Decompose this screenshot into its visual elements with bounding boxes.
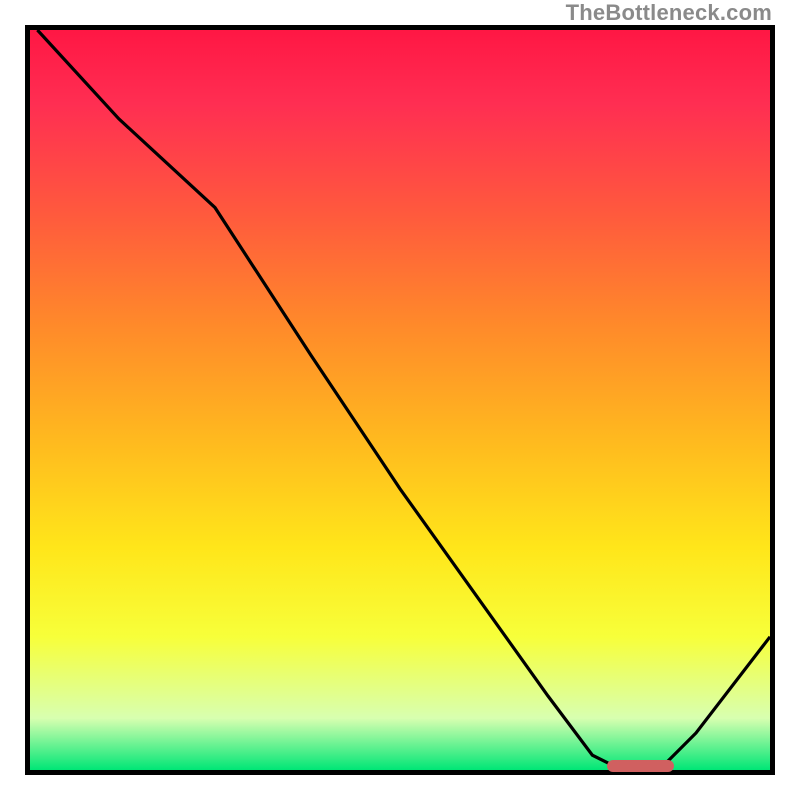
highlight-marker	[607, 760, 674, 772]
plot-area	[25, 25, 775, 775]
chart-frame: TheBottleneck.com	[0, 0, 800, 800]
line-series	[30, 30, 770, 770]
bottleneck-curve-path	[37, 30, 770, 770]
watermark-text: TheBottleneck.com	[566, 0, 772, 26]
